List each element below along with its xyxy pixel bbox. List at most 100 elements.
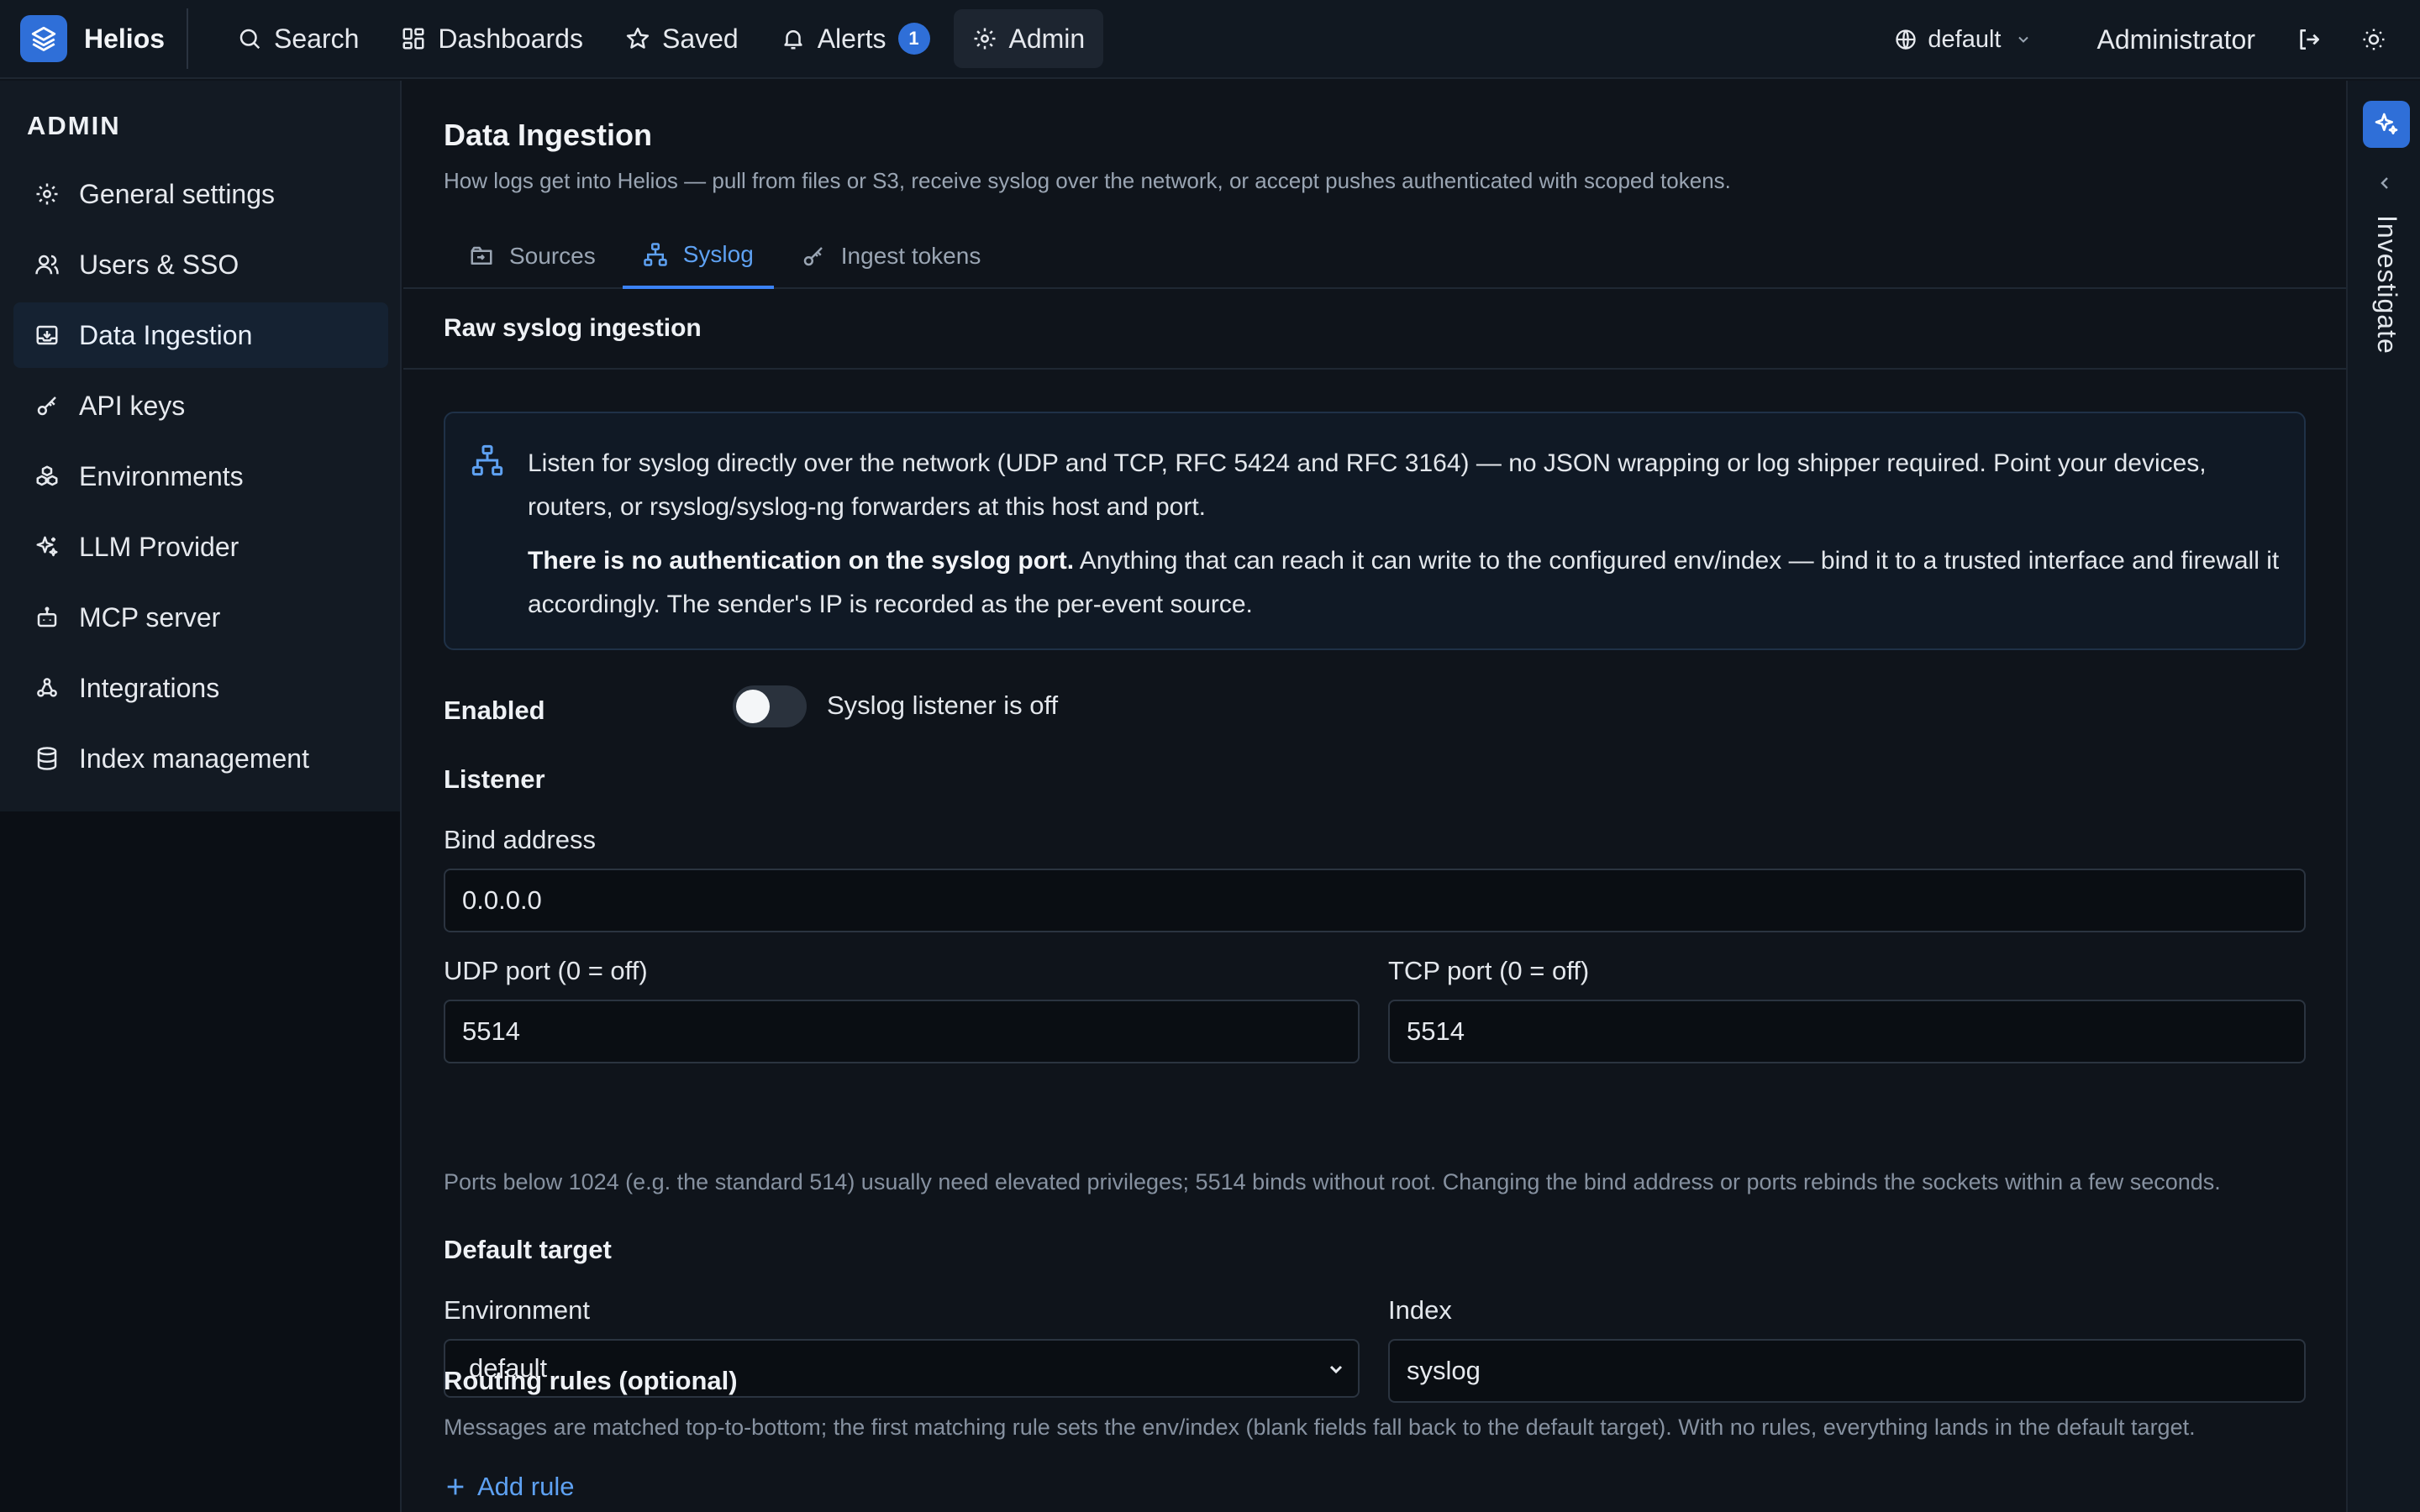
toggle-knob bbox=[736, 690, 770, 723]
bot-icon bbox=[34, 605, 60, 630]
syslog-info-callout: Listen for syslog directly over the netw… bbox=[444, 412, 2306, 650]
top-bar: Helios Search Dashboards Saved Alerts 1 … bbox=[0, 0, 2420, 79]
nav-saved[interactable]: Saved bbox=[607, 9, 757, 68]
sparkles-icon bbox=[34, 534, 60, 559]
layers-logo-icon bbox=[20, 15, 67, 62]
environment-label: Environment bbox=[444, 1295, 591, 1325]
nav-alerts[interactable]: Alerts 1 bbox=[762, 9, 949, 68]
sidebar-item-index-management[interactable]: Index management bbox=[13, 726, 388, 791]
tab-ingest-tokens-label: Ingest tokens bbox=[840, 243, 981, 269]
page-description: How logs get into Helios — pull from fil… bbox=[444, 168, 1731, 193]
sidebar-heading: ADMIN bbox=[27, 111, 121, 140]
gear-icon bbox=[34, 181, 60, 207]
nav-alerts-label: Alerts bbox=[817, 23, 886, 54]
webhook-icon bbox=[34, 675, 60, 701]
sources-icon bbox=[469, 244, 494, 269]
default-target-heading: Default target bbox=[444, 1235, 612, 1264]
bell-icon bbox=[781, 26, 806, 51]
ports-hint: Ports below 1024 (e.g. the standard 514)… bbox=[444, 1169, 2221, 1194]
tab-sources-label: Sources bbox=[509, 243, 596, 269]
info-warning-bold: There is no authentication on the syslog… bbox=[528, 547, 1075, 575]
sidebar-item-label: Integrations bbox=[79, 672, 220, 703]
sidebar-item-label: Users & SSO bbox=[79, 249, 239, 280]
index-input[interactable]: syslog bbox=[1388, 1339, 2306, 1403]
sidebar-item-label: Data Ingestion bbox=[79, 319, 253, 350]
add-rule-label: Add rule bbox=[477, 1472, 575, 1501]
brand[interactable]: Helios bbox=[0, 0, 165, 77]
index-label: Index bbox=[1388, 1295, 1452, 1325]
tcp-port-input[interactable]: 5514 bbox=[1388, 1000, 2306, 1063]
sidebar-item-integrations[interactable]: Integrations bbox=[13, 655, 388, 721]
sidebar-item-label: LLM Provider bbox=[79, 531, 239, 562]
nav-search-label: Search bbox=[274, 23, 360, 54]
page-title: Data Ingestion bbox=[444, 118, 653, 152]
admin-sidebar: ADMIN General settings Users & SSO Data … bbox=[0, 81, 402, 811]
syslog-enabled-toggle[interactable] bbox=[733, 685, 807, 727]
globe-icon bbox=[1894, 28, 1918, 51]
sun-theme-toggle-icon[interactable] bbox=[2361, 27, 2386, 52]
dashboard-grid-icon bbox=[401, 26, 426, 51]
investigate-rail: Investigate bbox=[2346, 81, 2420, 1512]
tab-syslog-label: Syslog bbox=[682, 241, 754, 267]
database-icon bbox=[34, 746, 60, 771]
section-title: Raw syslog ingestion bbox=[444, 314, 702, 342]
ai-investigate-button[interactable] bbox=[2363, 101, 2410, 148]
nav-dashboards[interactable]: Dashboards bbox=[382, 9, 602, 68]
ingestion-tabs: Sources Syslog Ingest tokens bbox=[403, 223, 2346, 289]
environment-selector[interactable]: default bbox=[1894, 26, 2041, 54]
nav-search[interactable]: Search bbox=[218, 9, 377, 68]
nav-admin-label: Admin bbox=[1008, 23, 1086, 54]
sidebar-item-environments[interactable]: Environments bbox=[13, 444, 388, 509]
boxes-icon bbox=[34, 464, 60, 489]
brand-name: Helios bbox=[84, 23, 166, 54]
sidebar-item-data-ingestion[interactable]: Data Ingestion bbox=[13, 302, 388, 368]
sidebar-item-users-sso[interactable]: Users & SSO bbox=[13, 232, 388, 297]
brand-divider bbox=[187, 8, 189, 69]
tab-sources[interactable]: Sources bbox=[449, 223, 616, 289]
sidebar-item-api-keys[interactable]: API keys bbox=[13, 373, 388, 438]
key-icon bbox=[34, 393, 60, 418]
main-nav: Search Dashboards Saved Alerts 1 Admin bbox=[218, 0, 1108, 77]
nav-admin[interactable]: Admin bbox=[953, 9, 1104, 68]
tab-ingest-tokens[interactable]: Ingest tokens bbox=[781, 223, 1002, 289]
udp-port-input[interactable]: 5514 bbox=[444, 1000, 1360, 1063]
tcp-port-label: TCP port (0 = off) bbox=[1388, 956, 1590, 985]
sidebar-item-llm-provider[interactable]: LLM Provider bbox=[13, 514, 388, 580]
chevron-down-icon bbox=[1326, 1359, 1346, 1379]
search-icon bbox=[237, 26, 262, 51]
top-right-controls: default Administrator bbox=[1894, 0, 2420, 79]
plus-icon bbox=[444, 1475, 467, 1499]
chevron-left-icon[interactable] bbox=[2375, 173, 2395, 193]
sidebar-empty-area bbox=[0, 811, 402, 1512]
sidebar-item-label: General settings bbox=[79, 178, 276, 209]
enabled-status-text: Syslog listener is off bbox=[827, 690, 1059, 720]
sidebar-item-label: MCP server bbox=[79, 601, 221, 633]
listener-heading: Listener bbox=[444, 764, 545, 794]
nav-dashboards-label: Dashboards bbox=[438, 23, 583, 54]
logout-icon[interactable] bbox=[2296, 26, 2323, 53]
sidebar-item-label: Index management bbox=[79, 743, 309, 774]
inbox-download-icon bbox=[34, 323, 60, 348]
sidebar-item-mcp-server[interactable]: MCP server bbox=[13, 585, 388, 650]
tab-syslog[interactable]: Syslog bbox=[622, 223, 774, 289]
info-warning: There is no authentication on the syslog… bbox=[528, 539, 2284, 627]
add-rule-button[interactable]: Add rule bbox=[444, 1472, 574, 1502]
sidebar-list: General settings Users & SSO Data Ingest… bbox=[13, 161, 388, 796]
key-icon bbox=[801, 244, 826, 269]
sidebar-item-general-settings[interactable]: General settings bbox=[13, 161, 388, 227]
network-icon bbox=[471, 444, 504, 477]
udp-port-label: UDP port (0 = off) bbox=[444, 956, 648, 985]
star-icon bbox=[625, 26, 650, 51]
current-user[interactable]: Administrator bbox=[2097, 24, 2256, 55]
sparkles-icon bbox=[2373, 111, 2400, 138]
enabled-row: Enabled bbox=[444, 685, 545, 736]
section-header: Raw syslog ingestion bbox=[403, 291, 2346, 370]
routing-rules-hint: Messages are matched top-to-bottom; the … bbox=[444, 1415, 2196, 1440]
bind-address-label: Bind address bbox=[444, 825, 596, 854]
bind-address-input[interactable]: 0.0.0.0 bbox=[444, 869, 2306, 932]
environment-value: default bbox=[1928, 25, 2002, 53]
alerts-count-badge: 1 bbox=[897, 23, 930, 55]
sidebar-item-label: API keys bbox=[79, 390, 186, 421]
info-description: Listen for syslog directly over the netw… bbox=[528, 449, 2207, 521]
investigate-label[interactable]: Investigate bbox=[2371, 215, 2402, 354]
